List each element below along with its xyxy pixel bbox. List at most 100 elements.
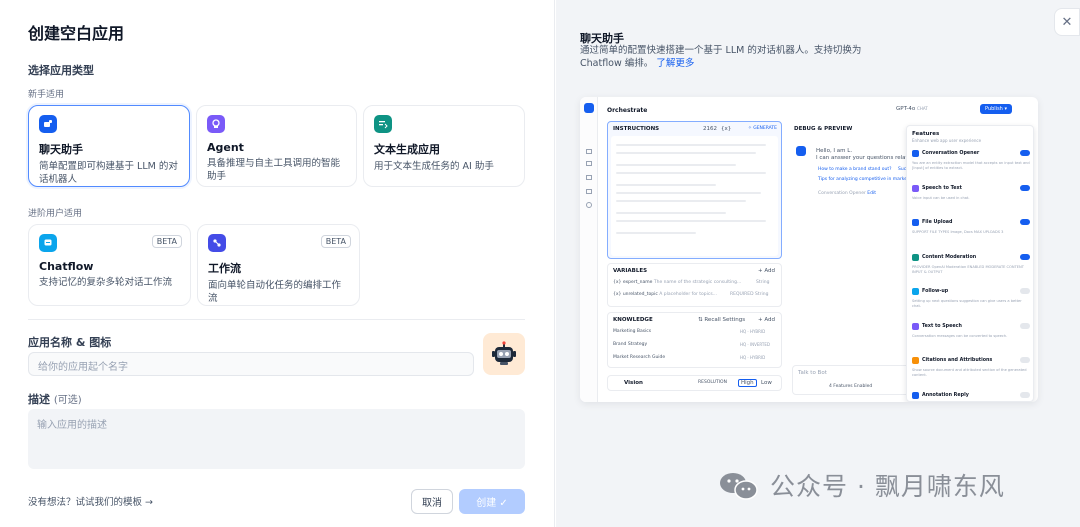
app-name-input[interactable]: 给你的应用起个名字 <box>28 352 474 376</box>
text-line <box>616 232 696 234</box>
optional-tag: (可选) <box>53 395 82 406</box>
text-line <box>616 212 726 214</box>
feature-toggle <box>1020 322 1030 329</box>
preview-knowledge: KNOWLEDGE ⇅ Recall Settings + Add Market… <box>607 312 782 368</box>
knowledge-tags: HQ · HYBRID <box>740 355 766 360</box>
watermark-text: 公众号 · 飘月啸东风 <box>770 472 1005 501</box>
app-type-desc: 支持记忆的复杂多轮对话工作流 <box>39 277 173 288</box>
app-type-card-chatbot[interactable]: 聊天助手 简单配置即可构建基于 LLM 的对话机器人 <box>28 105 190 187</box>
preview-knowledge-label: KNOWLEDGE <box>613 317 653 323</box>
robot-avatar-icon <box>492 341 516 365</box>
text-line <box>616 164 736 166</box>
app-type-name: Chatflow <box>39 260 94 273</box>
variable-key: {x} expert_name <box>613 280 653 285</box>
feature-toggle <box>1020 253 1030 260</box>
variable-type: REQUIRED String <box>730 292 769 297</box>
beginner-label: 新手适用 <box>28 90 65 100</box>
preview-chat-placeholder: Talk to Bot <box>798 370 827 376</box>
feature-name: Follow-up <box>922 289 949 294</box>
feature-icon <box>912 150 919 157</box>
preview-desc-text: 通过简单的配置快速搭建一个基于 LLM 的对话机器人。支持切换为 Chatflo… <box>580 45 862 69</box>
app-type-desc: 具备推理与自主工具调用的智能助手 <box>207 158 341 182</box>
app-type-name: 工作流 <box>208 262 241 275</box>
app-type-card-chatflow[interactable]: BETA Chatflow 支持记忆的复杂多轮对话工作流 <box>28 224 191 306</box>
preview-knowledge-add: + Add <box>758 317 776 323</box>
preview-sidebar <box>580 97 598 402</box>
feature-icon <box>912 288 919 295</box>
knowledge-tags: HQ · HYBRID <box>740 329 766 334</box>
create-button[interactable]: 创建 ✓ <box>459 489 525 514</box>
learn-more-link[interactable]: 了解更多 <box>656 58 694 69</box>
preview-generate: ✧ GENERATE <box>748 126 778 131</box>
app-type-card-text-generation[interactable]: 文本生成应用 用于文本生成任务的 AI 助手 <box>363 105 525 187</box>
beta-badge: BETA <box>320 235 351 248</box>
preview-suggestion: Tips for analyzing competitive in marke <box>818 177 908 182</box>
text-line <box>616 172 766 174</box>
preview-bot-avatar <box>796 146 806 156</box>
text-line <box>616 184 716 186</box>
close-icon[interactable]: ✕ <box>1054 8 1080 36</box>
feature-toggle <box>1020 357 1030 363</box>
app-type-card-agent[interactable]: Agent 具备推理与自主工具调用的智能助手 <box>196 105 357 187</box>
app-type-name: 文本生成应用 <box>374 143 440 156</box>
description-label-text: 描述 <box>28 393 50 406</box>
preview-vision-label: Vision <box>624 380 643 386</box>
preview-hello-2: I can answer your questions related <box>816 155 915 161</box>
preview-resolution: RESOLUTION <box>698 380 727 385</box>
app-type-name: 聊天助手 <box>39 143 83 156</box>
chatflow-icon <box>39 234 57 252</box>
app-type-heading: 选择应用类型 <box>28 64 94 77</box>
feature-desc: Show source document and attributed sect… <box>912 368 1027 377</box>
beta-badge: BETA <box>151 235 182 248</box>
feature-desc: SUPPORT FILE TYPES Image, Docs MAX UPLOA… <box>912 230 1004 234</box>
preview-features-panel: Features Enhance web app user experience… <box>906 125 1034 402</box>
feature-name: Speech to Text <box>922 185 962 191</box>
preview-recall: ⇅ Recall Settings <box>698 317 746 323</box>
preview-features-enabled: 4 Features Enabled <box>829 384 873 389</box>
feature-icon <box>912 253 919 261</box>
chat-bot-icon <box>39 115 57 133</box>
preview-nav-icon <box>586 161 592 166</box>
preview-nav-icon <box>586 202 592 208</box>
preview-model: GPT-4o CHAT <box>896 106 928 112</box>
template-link[interactable]: 没有想法？试试我们的模板 → <box>28 494 153 508</box>
app-type-desc: 面向单轮自动化任务的编排工作流 <box>208 280 342 304</box>
preview-orchestrate: Orchestrate <box>607 107 648 114</box>
text-line <box>616 200 746 202</box>
feature-name: File Upload <box>922 220 953 225</box>
feature-name: Citations and Attributions <box>922 358 993 363</box>
variable-desc: The name of the strategic consulting... <box>653 280 742 285</box>
app-type-name: Agent <box>207 141 244 154</box>
feature-icon <box>912 322 919 330</box>
create-app-dialog: 创建空白应用 选择应用类型 新手适用 聊天助手 简单配置即可构建基于 LLM 的… <box>0 0 555 527</box>
feature-desc: Voice input can be used in chat. <box>912 195 970 200</box>
variable-desc: A placeholder for topics... <box>659 292 717 297</box>
app-icon-picker[interactable] <box>483 333 525 375</box>
preview-debug-label: DEBUG & PREVIEW <box>794 126 853 132</box>
app-type-desc: 用于文本生成任务的 AI 助手 <box>374 161 494 172</box>
app-type-card-workflow[interactable]: BETA 工作流 面向单轮自动化任务的编排工作流 <box>197 224 360 306</box>
text-line <box>616 152 756 154</box>
preview-model-tag: CHAT <box>917 106 928 111</box>
feature-icon <box>912 184 919 192</box>
feature-icon <box>912 391 919 399</box>
name-icon-label: 应用名称 & 图标 <box>28 336 112 349</box>
feature-desc: You are an entity extraction model that … <box>912 161 1030 170</box>
feature-icon <box>912 357 919 364</box>
workflow-icon <box>208 234 226 252</box>
text-line <box>616 192 761 194</box>
feature-toggle <box>1020 150 1030 156</box>
feature-toggle <box>1020 219 1030 225</box>
features-title: Features <box>912 131 940 137</box>
preview-instructions-label: INSTRUCTIONS <box>613 126 660 132</box>
preview-variables-label: VARIABLES <box>613 268 648 274</box>
feature-desc: Conversation messages can be converted t… <box>912 333 1008 338</box>
cancel-button[interactable]: 取消 <box>411 489 453 514</box>
preview-model-name: GPT-4o <box>896 106 916 112</box>
feature-toggle <box>1020 391 1030 398</box>
preview-panel: ✕ 聊天助手 通过简单的配置快速搭建一个基于 LLM 的对话机器人。支持切换为 … <box>556 0 1080 527</box>
description-input[interactable]: 输入应用的描述 <box>28 409 525 469</box>
knowledge-tags: HQ · INVERTED <box>740 342 770 347</box>
preview-res-high: High <box>738 379 757 387</box>
preview-opener: Conversation Opener Edit <box>818 191 876 196</box>
